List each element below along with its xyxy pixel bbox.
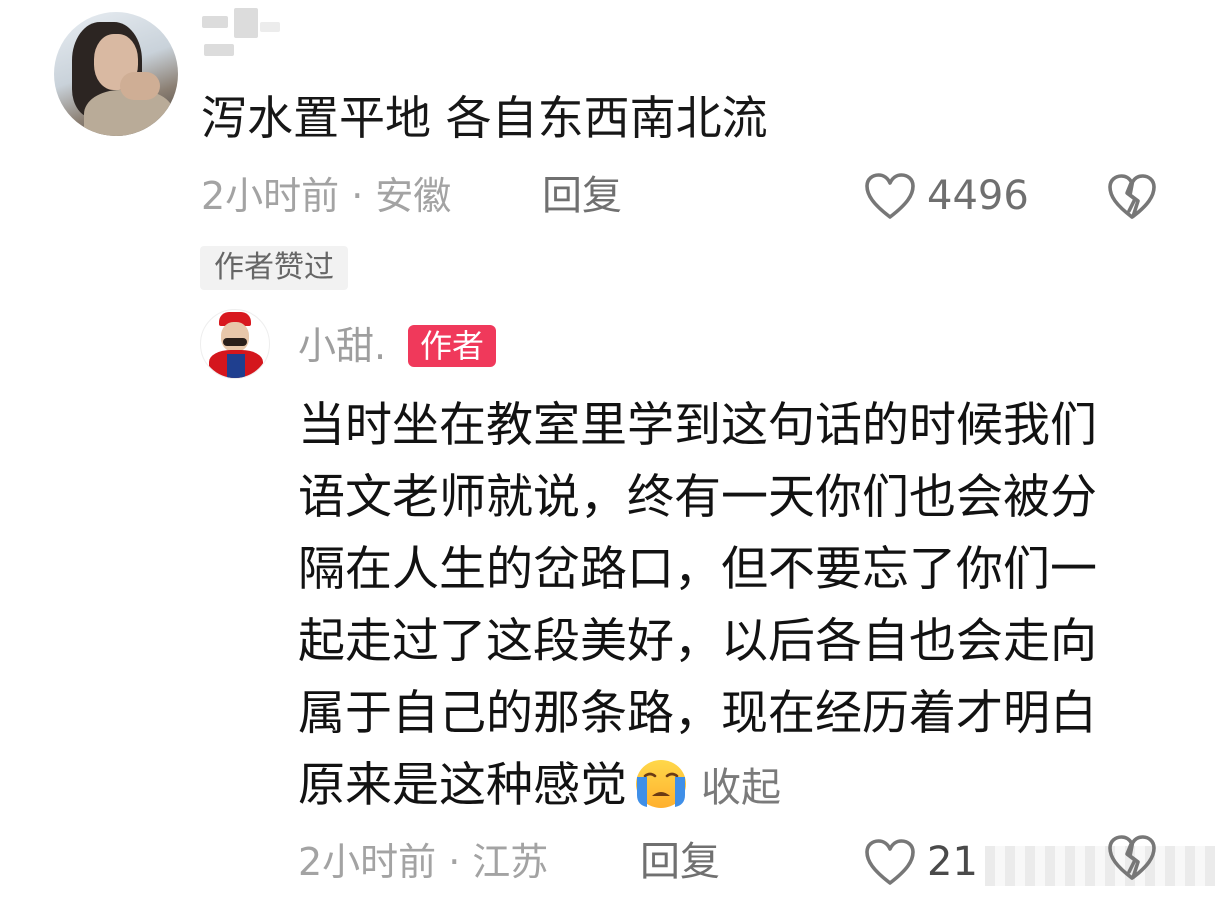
author-badge: 作者 (408, 325, 497, 367)
broken-heart-icon (1108, 835, 1156, 880)
collapse-button[interactable]: 收起 (701, 765, 781, 811)
commenter-avatar[interactable] (54, 12, 178, 136)
heart-outline-icon (865, 173, 915, 219)
avatar-arm (120, 72, 160, 100)
avatar-mustache (223, 338, 247, 346)
reply-time: 2小时前 (298, 840, 437, 884)
comment-time: 2小时前 (201, 174, 340, 218)
author-liked-tag: 作者赞过 (200, 246, 348, 290)
meta-separator: · (448, 840, 461, 884)
reply-text-line: 当时坐在教室里学到这句话的时候我们 (298, 398, 1097, 453)
heart-outline-icon (865, 839, 915, 885)
comment-like-count: 4496 (927, 173, 1029, 219)
commenter-username-blurred[interactable] (200, 8, 310, 60)
broken-heart-icon (1108, 174, 1156, 219)
avatar-head (221, 322, 249, 352)
reply-like-count: 21 (927, 839, 978, 885)
reply-dislike-button[interactable] (1106, 832, 1158, 888)
crying-face-emoji-icon (636, 760, 686, 808)
blurred-overlay (985, 846, 1215, 886)
reply-text: 当时坐在教室里学到这句话的时候我们 语文老师就说，终有一天你们也会被分 隔在人生… (298, 390, 1178, 824)
reply-author-avatar[interactable] (200, 309, 270, 379)
reply-text-line: 起走过了这段美好，以后各自也会走向 (298, 614, 1097, 669)
avatar-overall (227, 354, 245, 378)
meta-separator: · (351, 174, 364, 218)
comment-text: 泻水置平地 各自东西南北流 (201, 91, 768, 145)
comment-like-button[interactable]: 4496 (863, 171, 1029, 221)
reply-location: 江苏 (472, 840, 549, 884)
comment-meta: 2小时前 · 安徽 (201, 172, 451, 220)
reply-text-line: 隔在人生的岔路口，但不要忘了你们一 (298, 542, 1097, 597)
reply-text-line: 语文老师就说，终有一天你们也会被分 (298, 470, 1097, 525)
reply-meta: 2小时前 · 江苏 (298, 838, 548, 886)
comment-location: 安徽 (375, 174, 452, 218)
reply-text-last-line: 原来是这种感觉 收起 (298, 750, 1178, 824)
reply-text-line: 属于自己的那条路，现在经历着才明白 (298, 686, 1097, 741)
reply-username[interactable]: 小甜. (298, 322, 386, 370)
reply-like-button[interactable]: 21 (863, 837, 978, 887)
reply-reply-button[interactable]: 回复 (640, 838, 720, 886)
comment-reply-button[interactable]: 回复 (542, 172, 622, 220)
reply-text-line: 原来是这种感觉 (298, 758, 627, 813)
comment-dislike-button[interactable] (1106, 171, 1158, 227)
